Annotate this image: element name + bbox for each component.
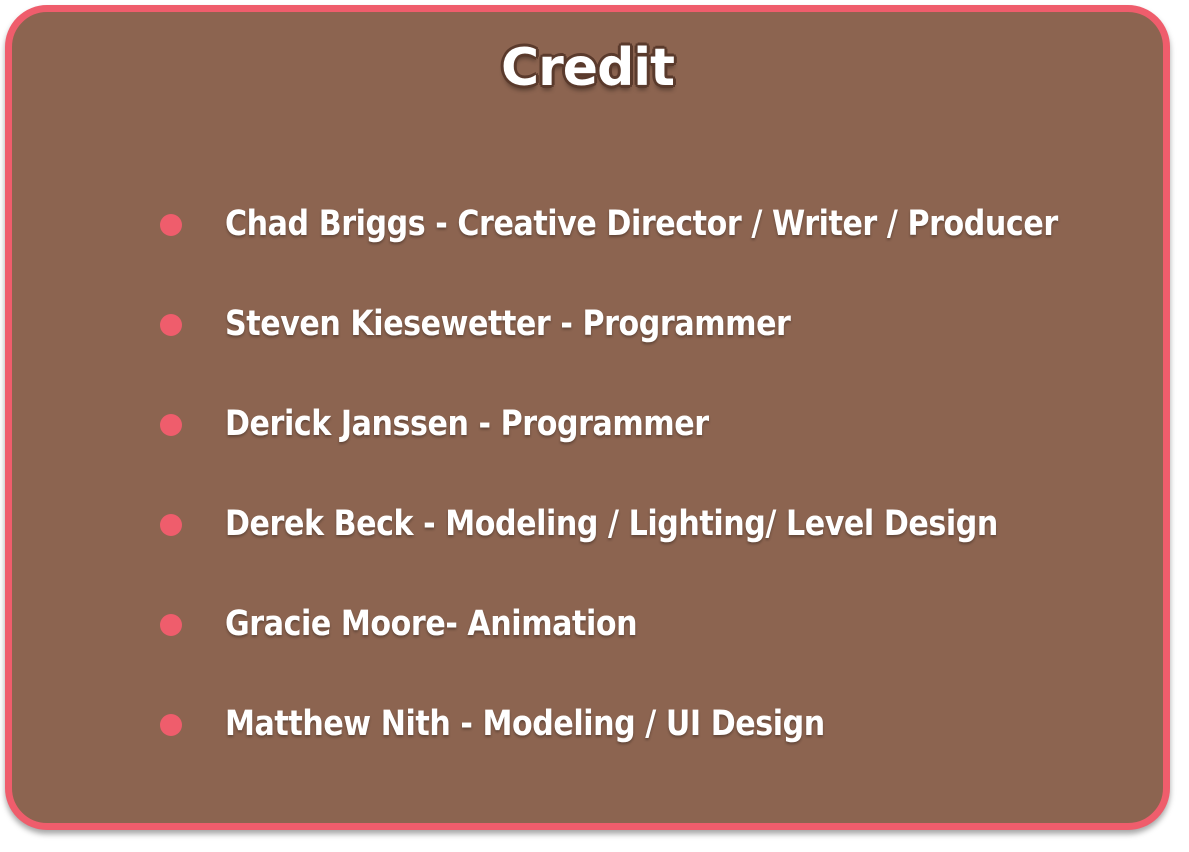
credit-label: Chad Briggs - Creative Director / Writer… xyxy=(225,204,1058,244)
credit-item: Matthew Nith - Modeling / UI Design xyxy=(12,696,1163,756)
bullet-icon xyxy=(160,614,182,636)
bullet-icon xyxy=(160,414,182,436)
credit-item: Derick Janssen - Programmer xyxy=(12,396,1163,456)
credit-item: Chad Briggs - Creative Director / Writer… xyxy=(12,196,1163,256)
credit-item: Gracie Moore- Animation xyxy=(12,596,1163,656)
credit-label: Matthew Nith - Modeling / UI Design xyxy=(225,704,825,744)
bullet-icon xyxy=(160,714,182,736)
credits-list: Chad Briggs - Creative Director / Writer… xyxy=(12,12,1163,823)
credit-label: Gracie Moore- Animation xyxy=(225,604,638,644)
credit-label: Derek Beck - Modeling / Lighting/ Level … xyxy=(225,504,998,544)
bullet-icon xyxy=(160,314,182,336)
credit-item: Steven Kiesewetter - Programmer xyxy=(12,296,1163,356)
bullet-icon xyxy=(160,214,182,236)
credit-label: Derick Janssen - Programmer xyxy=(225,404,709,444)
credits-panel: Credit Chad Briggs - Creative Director /… xyxy=(5,5,1170,830)
credit-item: Derek Beck - Modeling / Lighting/ Level … xyxy=(12,496,1163,556)
bullet-icon xyxy=(160,514,182,536)
credit-label: Steven Kiesewetter - Programmer xyxy=(225,304,791,344)
